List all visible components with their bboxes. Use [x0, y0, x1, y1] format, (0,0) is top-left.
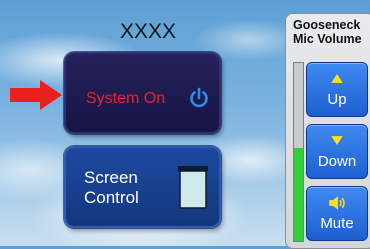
- volume-down-label: Down: [317, 153, 357, 170]
- screen-control-label-line2: Control: [84, 188, 139, 207]
- triangle-up-icon: [331, 74, 343, 83]
- volume-level-fill: [294, 148, 303, 241]
- projector-screen-icon: [178, 166, 208, 209]
- system-on-button[interactable]: System On: [64, 52, 221, 134]
- screen-control-button[interactable]: Screen Control: [64, 146, 221, 228]
- volume-mute-label: Mute: [320, 215, 354, 232]
- speaker-icon: [329, 196, 345, 210]
- screen-control-label-line1: Screen: [84, 168, 138, 187]
- mic-volume-title-line2: Mic Volume: [293, 32, 362, 46]
- system-on-label: System On: [86, 90, 166, 107]
- mic-volume-panel: Gooseneck Mic Volume Up Down Mute: [285, 13, 370, 249]
- triangle-down-icon: [331, 136, 343, 145]
- screen-control-label: Screen Control: [84, 168, 139, 208]
- volume-up-label: Up: [327, 91, 347, 108]
- red-arrow-icon: [10, 80, 62, 110]
- mic-volume-title-line1: Gooseneck: [293, 18, 361, 32]
- page-title: XXXX: [119, 20, 177, 43]
- power-icon: [190, 87, 208, 108]
- volume-mute-button[interactable]: Mute: [306, 186, 368, 241]
- mic-volume-title: Gooseneck Mic Volume: [293, 18, 362, 46]
- volume-down-button[interactable]: Down: [306, 124, 368, 179]
- volume-up-button[interactable]: Up: [306, 62, 368, 117]
- volume-level-meter: [293, 62, 304, 242]
